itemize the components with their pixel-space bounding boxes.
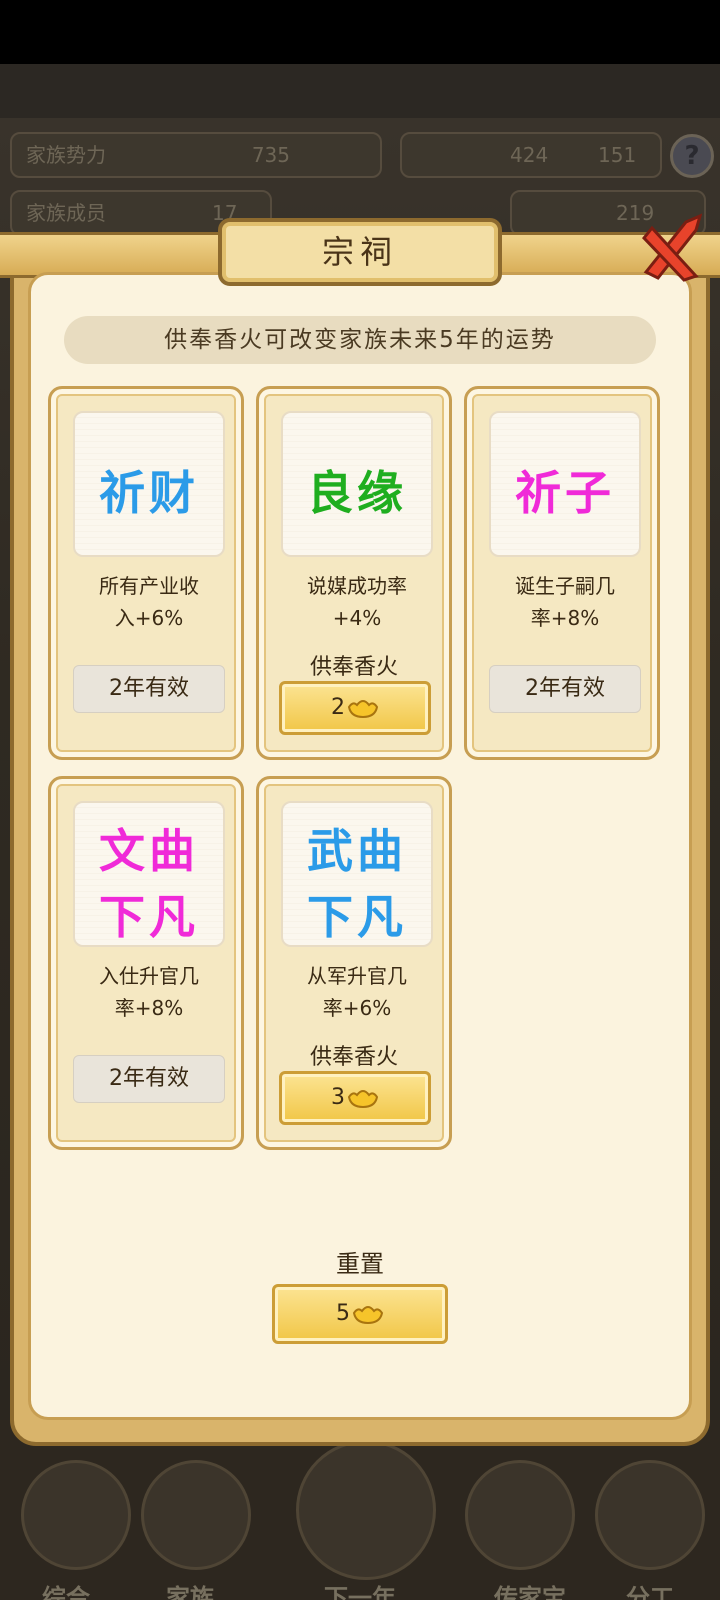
help-icon: ? bbox=[684, 141, 700, 171]
nav-general-icon bbox=[21, 1460, 131, 1570]
offer-incense-button[interactable]: 3 bbox=[279, 1071, 431, 1125]
card-description-line1: 说媒成功率 bbox=[307, 574, 407, 598]
card-title-line1: 文曲 bbox=[99, 824, 199, 878]
card-description-line2: 率+8% bbox=[114, 996, 184, 1020]
card-description-line1: 所有产业收 bbox=[99, 574, 199, 598]
nav-family-icon bbox=[141, 1460, 251, 1570]
blessing-card-wealth: 祈财 所有产业收 入+6% 2年有效 bbox=[48, 386, 244, 760]
cost-value: 2 bbox=[331, 695, 345, 720]
gold-ingot-icon bbox=[352, 1306, 384, 1325]
cost-value: 3 bbox=[331, 1085, 345, 1110]
nav-next-year-icon bbox=[296, 1440, 436, 1580]
card-description-line1: 从军升官几 bbox=[307, 964, 407, 988]
nav-label-next-year: 下一年 bbox=[324, 1584, 396, 1600]
family-power-stat: 家族势力 735 bbox=[10, 132, 382, 178]
card-title: 良缘 bbox=[307, 466, 407, 520]
card-title-line2: 下凡 bbox=[99, 890, 199, 944]
nav-item-family[interactable] bbox=[136, 1460, 256, 1570]
nav-item-general[interactable] bbox=[16, 1460, 136, 1570]
card-face: 祈子 bbox=[489, 411, 641, 557]
reset-label: 重置 bbox=[336, 1250, 384, 1278]
card-description-line1: 入仕升官几 bbox=[99, 964, 199, 988]
card-title-line1: 武曲 bbox=[307, 824, 407, 878]
card-title: 祈财 bbox=[99, 466, 199, 520]
card-description-line2: 率+8% bbox=[530, 606, 600, 630]
members-label: 家族成员 bbox=[26, 201, 106, 225]
card-face: 良缘 bbox=[281, 411, 433, 557]
reset-button[interactable]: 5 bbox=[272, 1284, 448, 1344]
card-action-label: 供奉香火 bbox=[309, 655, 398, 680]
card-description-line2: 入+6% bbox=[114, 606, 184, 630]
blessing-card-military-star: 武曲 下凡 从军升官几 率+6% 供奉香火 3 bbox=[256, 776, 452, 1150]
modal-title-plaque: 宗祠 bbox=[218, 218, 502, 286]
help-button[interactable]: ? bbox=[670, 134, 714, 178]
card-description-line1: 诞生子嗣几 bbox=[515, 574, 615, 598]
reset-cost-value: 5 bbox=[336, 1301, 350, 1326]
nav-label-general: 综合 bbox=[42, 1584, 90, 1600]
blessing-card-offspring: 祈子 诞生子嗣几 率+8% 2年有效 bbox=[464, 386, 660, 760]
nav-label-heirloom: 传家宝 bbox=[494, 1584, 566, 1600]
card-description-line2: +4% bbox=[332, 606, 382, 630]
resource-a-value: 424 bbox=[510, 143, 549, 167]
nav-item-next-year[interactable] bbox=[296, 1440, 436, 1580]
nav-label-division: 分工 bbox=[626, 1584, 674, 1600]
family-power-label: 家族势力 bbox=[26, 143, 106, 167]
nav-label-family: 家族 bbox=[166, 1584, 214, 1600]
blessing-card-civil-star: 文曲 下凡 入仕升官几 率+8% 2年有效 bbox=[48, 776, 244, 1150]
card-status-badge: 2年有效 bbox=[73, 665, 225, 713]
offer-incense-button[interactable]: 2 bbox=[279, 681, 431, 735]
card-face: 祈财 bbox=[73, 411, 225, 557]
close-button[interactable] bbox=[636, 212, 710, 286]
nav-division-icon bbox=[595, 1460, 705, 1570]
currency-stat: 424 151 bbox=[400, 132, 662, 178]
close-icon bbox=[642, 213, 703, 282]
card-face: 武曲 下凡 bbox=[281, 801, 433, 947]
card-face: 文曲 下凡 bbox=[73, 801, 225, 947]
card-title-line2: 下凡 bbox=[307, 890, 407, 944]
family-power-value: 735 bbox=[251, 143, 290, 167]
blessing-card-marriage: 良缘 说媒成功率 +4% 供奉香火 2 bbox=[256, 386, 452, 760]
card-status-badge: 2年有效 bbox=[73, 1055, 225, 1103]
status-bar bbox=[0, 0, 720, 64]
nav-item-division[interactable] bbox=[590, 1460, 710, 1570]
gold-ingot-icon bbox=[347, 1090, 379, 1109]
gold-ingot-icon bbox=[347, 700, 379, 719]
nav-item-heirloom[interactable] bbox=[460, 1460, 580, 1570]
card-status-badge: 2年有效 bbox=[489, 665, 641, 713]
card-title: 祈子 bbox=[515, 466, 615, 520]
nav-heirloom-icon bbox=[465, 1460, 575, 1570]
modal-subtitle: 供奉香火可改变家族未来5年的运势 bbox=[64, 316, 656, 364]
resource-b-value: 151 bbox=[598, 143, 637, 167]
card-description-line2: 率+6% bbox=[322, 996, 392, 1020]
card-action-label: 供奉香火 bbox=[309, 1045, 398, 1070]
background-top-strip bbox=[0, 64, 720, 118]
modal-title: 宗祠 bbox=[321, 233, 398, 271]
